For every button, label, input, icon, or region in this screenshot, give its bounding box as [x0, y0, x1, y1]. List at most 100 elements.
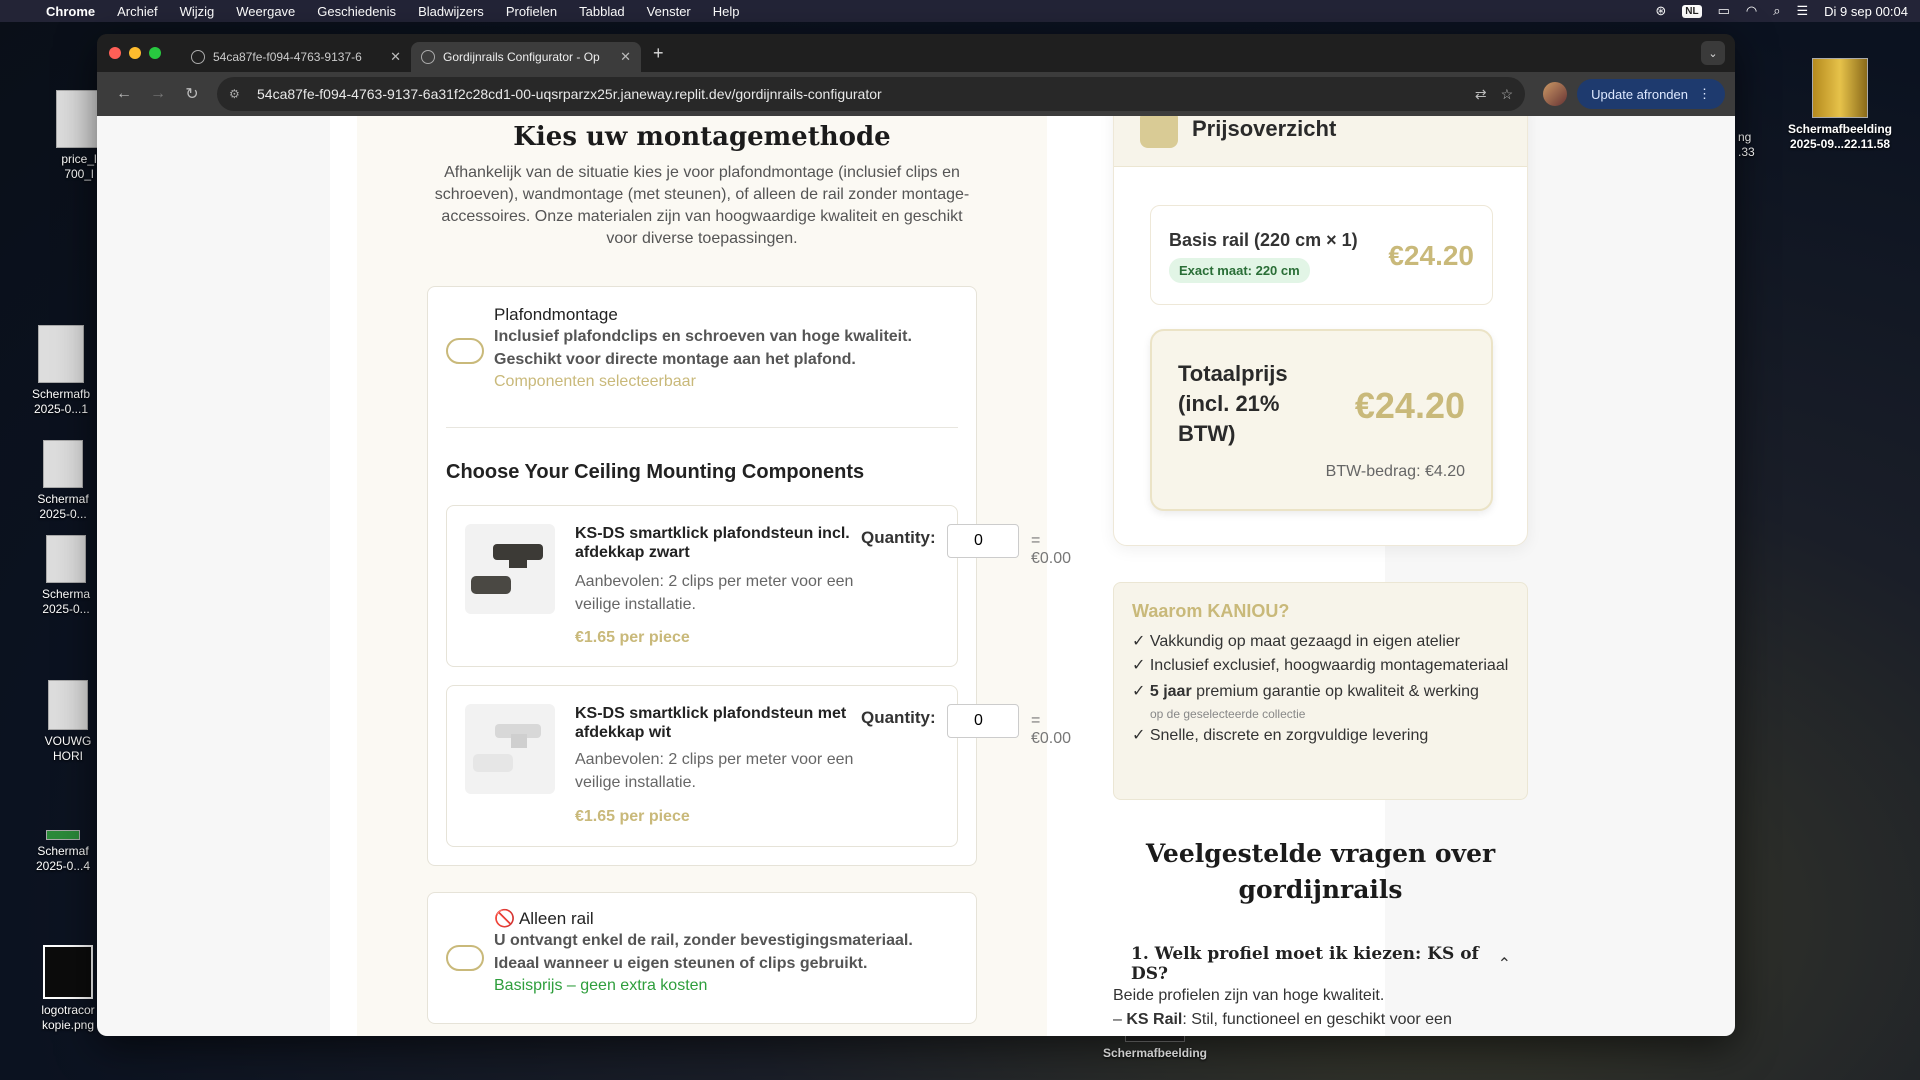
close-tab-icon[interactable]: ✕: [390, 49, 401, 65]
faq-answer-line: : Stil, functioneel en geschikt voor een: [1182, 1011, 1452, 1028]
close-tab-icon[interactable]: ✕: [620, 49, 631, 65]
component-name: KS-DS smartklick plafondsteun incl. afde…: [575, 525, 850, 561]
price-summary-title: Prijsoverzicht: [1192, 116, 1337, 141]
menu-help[interactable]: Help: [713, 4, 740, 19]
component-subtotal: = €0.00: [1031, 712, 1072, 747]
back-arrow-icon[interactable]: ←: [107, 85, 141, 103]
update-button-label: Update afronden: [1591, 86, 1688, 102]
desktop-file-screenshot-3[interactable]: Scherma 2025-0...: [36, 535, 96, 617]
profile-avatar[interactable]: [1543, 82, 1568, 106]
chrome-window: 54ca87fe-f094-4763-9137-6 ✕ Gordijnrails…: [97, 34, 1735, 1036]
faq-question-1-text: 1. Welk profiel moet ik kiezen: KS of DS…: [1131, 944, 1479, 984]
guarantee-years: 5 jaar: [1149, 683, 1192, 700]
faq-answer-1: Beide profielen zijn van hoge kwaliteit.…: [1113, 984, 1528, 1032]
base-rail-price: €24.20: [1388, 240, 1474, 271]
menu-tabblad[interactable]: Tabblad: [579, 4, 625, 19]
bookmark-star-icon[interactable]: ☆: [1501, 86, 1514, 103]
menu-clock[interactable]: Di 9 sep 00:04: [1824, 4, 1908, 19]
desktop-file-partial[interactable]: ng .33: [1738, 130, 1764, 160]
quantity-input-white[interactable]: [947, 704, 1019, 738]
desktop-file-screenshot-2[interactable]: Schermaf 2025-0...: [30, 440, 96, 522]
menu-archief[interactable]: Archief: [117, 4, 157, 19]
minimize-window-button[interactable]: [129, 47, 141, 59]
desktop-file-screenshot-1[interactable]: Schermafb 2025-0...1: [26, 325, 96, 417]
forward-arrow-icon[interactable]: →: [141, 85, 175, 103]
ceiling-mount-radio[interactable]: [446, 338, 484, 364]
browser-toolbar: ← → ↻ ⚙ 54ca87fe-f094-4763-9137-6a31f2c2…: [97, 72, 1735, 116]
menu-profielen[interactable]: Profielen: [506, 4, 557, 19]
why-item: ✓ Inclusief exclusief, hoogwaardig monta…: [1132, 657, 1509, 674]
menu-geschiedenis[interactable]: Geschiedenis: [317, 4, 396, 19]
mounting-intro-text: Afhankelijk van de situatie kies je voor…: [434, 164, 970, 247]
why-kaniou-title: Waarom KANIOU?: [1132, 601, 1290, 621]
menu-bladwijzers[interactable]: Bladwijzers: [418, 4, 484, 19]
tab-title: Gordijnrails Configurator - Op: [443, 50, 600, 64]
rail-only-radio[interactable]: [446, 945, 484, 971]
option-ceiling-mount: Plafondmontage Inclusief plafondclips en…: [427, 286, 1071, 866]
tab-strip: 54ca87fe-f094-4763-9137-6 ✕ Gordijnrails…: [97, 34, 1735, 72]
menu-wijzig[interactable]: Wijzig: [180, 4, 215, 19]
desktop-file-screenshot-right[interactable]: Schermafbeelding 2025-09...22.11.58: [1770, 58, 1910, 152]
faq-answer-line: Beide profielen zijn van hoge kwaliteit.: [1113, 987, 1385, 1004]
file-thumbnail: [46, 535, 86, 583]
faq-answer-ks-rail: KS Rail: [1126, 1011, 1183, 1028]
update-button[interactable]: Update afronden ⋮: [1577, 79, 1725, 109]
tab-gordijnrails-configurator[interactable]: Gordijnrails Configurator - Op ✕: [411, 42, 641, 72]
guarantee-text: premium garantie op kwaliteit & werking: [1196, 683, 1479, 700]
rail-only-note: Basisprijs – geen extra kosten: [494, 977, 708, 994]
total-price-box: Totaalprijs (incl. 21% BTW) €24.20 BTW-b…: [1150, 329, 1493, 511]
why-item-guarantee: ✓ 5 jaar premium garantie op kwaliteit &…: [1132, 680, 1509, 704]
menu-weergave[interactable]: Weergave: [236, 4, 295, 19]
quantity-input-black[interactable]: [947, 524, 1019, 558]
macos-menu-bar: Chrome Archief Wijzig Weergave Geschiede…: [0, 0, 1920, 22]
control-center-icon[interactable]: ☰: [1797, 3, 1809, 19]
faq-question-1[interactable]: 1. Welk profiel moet ik kiezen: KS of DS…: [1131, 944, 1511, 984]
window-controls: [109, 47, 161, 59]
desktop-file-label: Schermafb 2025-0...1: [31, 387, 91, 416]
spotlight-search-icon[interactable]: ⌕: [1773, 3, 1780, 19]
address-bar[interactable]: ⚙ 54ca87fe-f094-4763-9137-6a31f2c28cd1-0…: [217, 77, 1526, 111]
no-entry-icon: 🚫: [494, 909, 516, 928]
globe-icon: [191, 50, 205, 64]
desktop-file-logotracor[interactable]: logotracor kopie.png: [36, 945, 100, 1033]
desktop-file-label: logotracor kopie.png: [41, 1003, 95, 1032]
component-name: KS-DS smartklick plafondsteun met afdekk…: [575, 705, 847, 741]
url-text[interactable]: 54ca87fe-f094-4763-9137-6a31f2c28cd1-00-…: [257, 86, 1461, 102]
wifi-icon[interactable]: ◠: [1746, 3, 1757, 19]
guarantee-footnote: op de geselecteerde collectie: [1150, 707, 1306, 721]
reload-icon[interactable]: ↻: [175, 84, 209, 104]
why-item: ✓ Vakkundig op maat gezaagd in eigen ate…: [1132, 633, 1460, 650]
close-window-button[interactable]: [109, 47, 121, 59]
calculator-icon: [1140, 116, 1178, 148]
desktop-file-label: ng .33: [1738, 130, 1755, 159]
new-tab-button[interactable]: +: [653, 43, 664, 64]
file-thumbnail: [1812, 58, 1868, 118]
rail-only-title: Alleen rail: [518, 909, 594, 928]
menu-app-chrome[interactable]: Chrome: [46, 4, 95, 19]
tab-search-chevron-icon[interactable]: ⌄: [1701, 41, 1725, 65]
configurator-panel: Kies uw montagemethode Afhankelijk van d…: [357, 116, 1071, 1036]
file-thumbnail: [43, 440, 83, 488]
site-settings-icon[interactable]: ⚙: [229, 87, 247, 101]
desktop-file-screenshot-4[interactable]: Schermaf 2025-0...4: [30, 830, 96, 874]
tab-replit-app[interactable]: 54ca87fe-f094-4763-9137-6 ✕: [181, 42, 411, 72]
ceiling-mount-desc: Inclusief plafondclips en schroeven van …: [494, 328, 912, 368]
base-rail-row: Basis rail (220 cm × 1) Exact maat: 220 …: [1150, 205, 1493, 305]
chatgpt-icon[interactable]: ⊛: [1655, 3, 1666, 19]
why-kaniou-box: Waarom KANIOU? ✓ Vakkundig op maat gezaa…: [1113, 582, 1528, 800]
components-heading: Choose Your Ceiling Mounting Components: [446, 461, 865, 483]
file-thumbnail: [38, 325, 84, 383]
menu-venster[interactable]: Venster: [647, 4, 691, 19]
input-language-badge[interactable]: NL: [1682, 4, 1702, 18]
quantity-label: Quantity:: [861, 708, 936, 727]
desktop-file-label: VOUWG HORI: [44, 734, 92, 763]
battery-icon[interactable]: ▭: [1718, 3, 1730, 19]
translate-icon[interactable]: ⇄: [1475, 86, 1487, 103]
desktop-file-vouwgordijn[interactable]: VOUWG HORI: [40, 680, 96, 764]
rail-only-text: 🚫 Alleen rail U ontvangt enkel de rail, …: [494, 909, 946, 997]
zoom-window-button[interactable]: [149, 47, 161, 59]
component-card-black: KS-DS smartklick plafondsteun incl. afde…: [446, 505, 1071, 667]
component-card-white: KS-DS smartklick plafondsteun met afdekk…: [446, 685, 1071, 847]
base-rail-label: Basis rail (220 cm × 1): [1169, 230, 1358, 250]
price-summary-header: Prijsoverzicht: [1114, 116, 1527, 167]
